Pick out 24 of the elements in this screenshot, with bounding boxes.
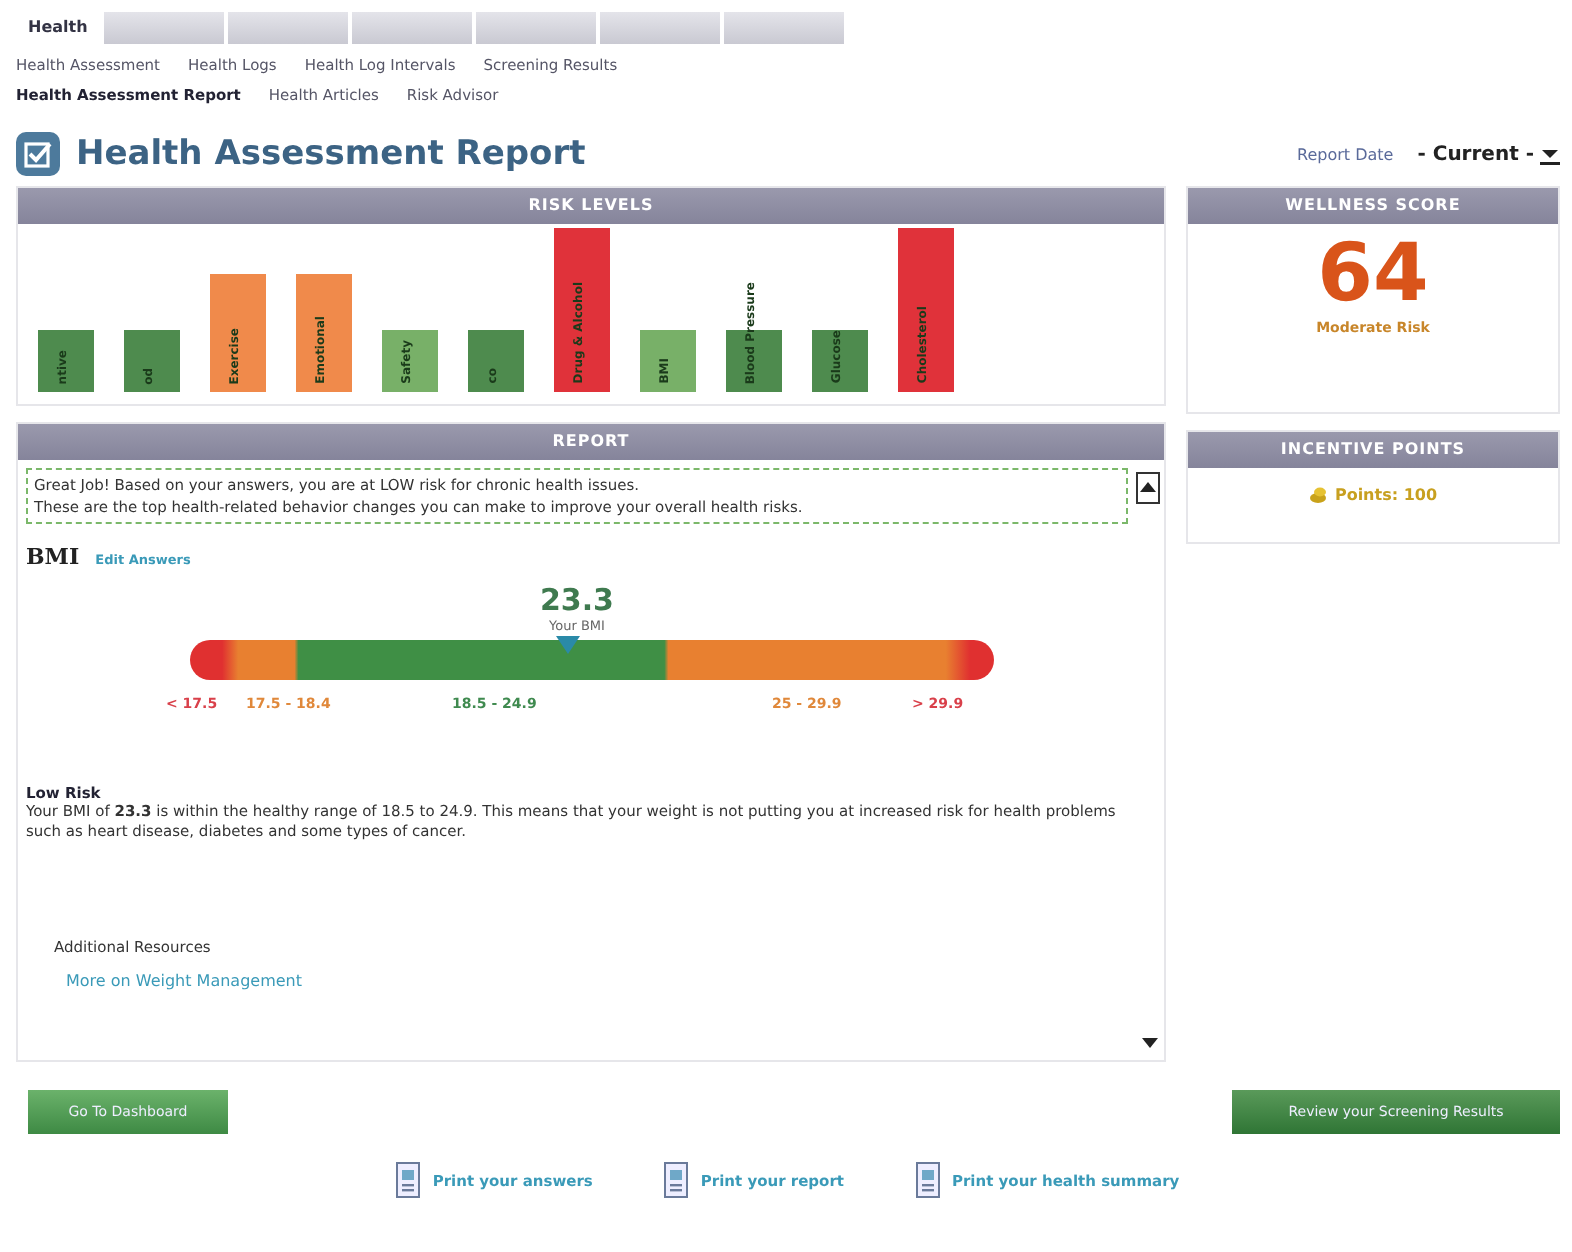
nav-tab[interactable] — [351, 12, 472, 44]
nav-tab[interactable] — [475, 12, 596, 44]
nav-tab[interactable] — [103, 12, 224, 44]
bmi-value: 23.3 — [539, 582, 614, 618]
scroll-down-icon[interactable] — [1139, 1032, 1160, 1052]
nav-tab[interactable] — [723, 12, 844, 44]
metric-title: BMI — [26, 544, 80, 570]
panel-header: WELLNESS SCORE — [1187, 188, 1558, 224]
nav-tab[interactable] — [227, 12, 348, 44]
panel-header: RISK LEVELS — [18, 188, 1164, 224]
report-date-dropdown[interactable]: - Current - — [1417, 142, 1560, 166]
panel-header: INCENTIVE POINTS — [1187, 432, 1558, 468]
document-icon[interactable] — [915, 1162, 940, 1198]
page-title: Health Assessment Report — [76, 134, 586, 174]
checklist-icon — [16, 132, 60, 176]
report-date-label: Report Date — [1297, 145, 1394, 163]
scroll-up-icon[interactable] — [1135, 472, 1160, 504]
panel-header: REPORT — [18, 424, 1164, 460]
points-text: Points: 100 — [1334, 485, 1438, 503]
coins-icon — [1308, 484, 1329, 504]
wellness-score: 64 — [1315, 228, 1431, 320]
document-icon[interactable] — [396, 1162, 421, 1198]
document-icon[interactable] — [664, 1162, 689, 1198]
nav-tab[interactable] — [599, 12, 720, 44]
